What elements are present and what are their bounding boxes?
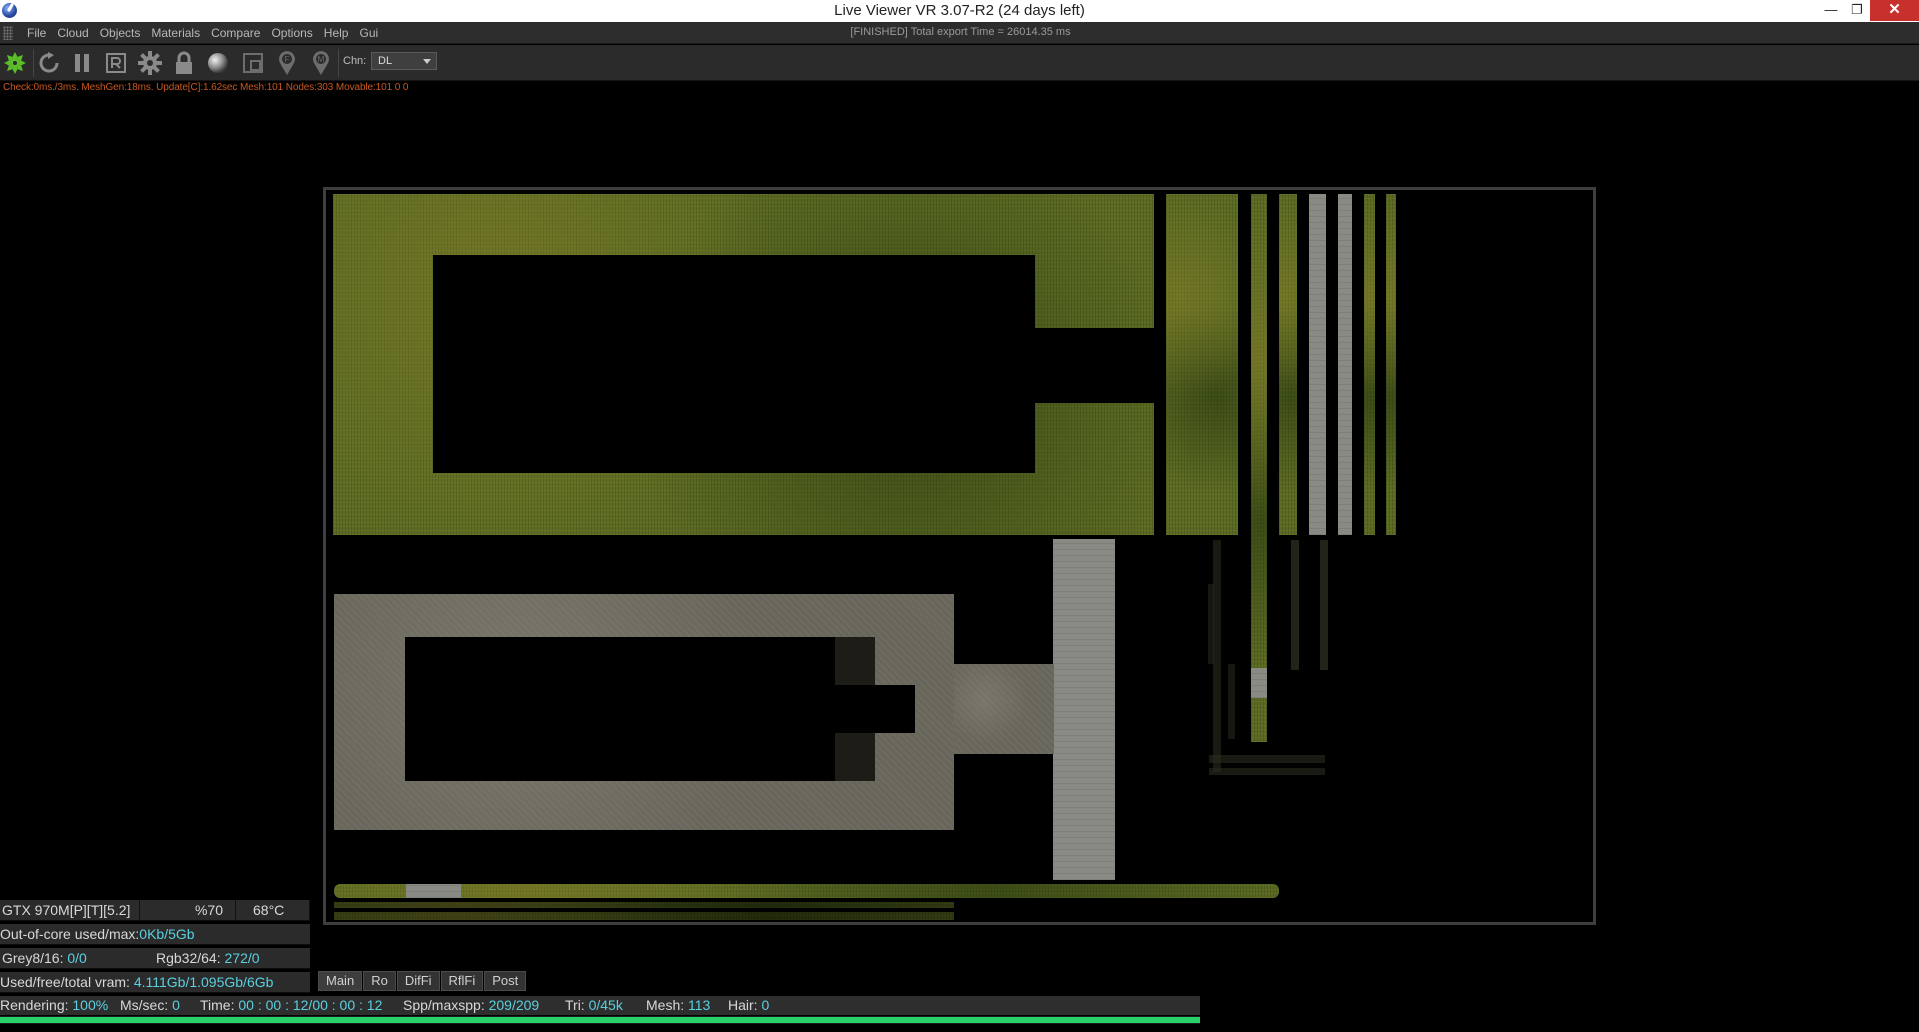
restart-icon[interactable] bbox=[36, 50, 62, 76]
svg-text:M: M bbox=[318, 55, 325, 64]
chevron-down-icon bbox=[423, 59, 431, 64]
window-title: Live Viewer VR 3.07-R2 (24 days left) bbox=[834, 2, 1085, 19]
rendering-status: Rendering: 100% bbox=[0, 997, 109, 1013]
samples-per-pixel: Spp/maxspp: 209/209 bbox=[403, 997, 540, 1013]
pause-icon-svg bbox=[75, 54, 89, 72]
hair-count: Hair: 0 bbox=[728, 997, 770, 1013]
tab-diffi[interactable]: DifFi bbox=[396, 971, 440, 991]
vram-value: 4.111Gb/1.095Gb/6Gb bbox=[133, 974, 274, 990]
grey-label: Grey8/16: bbox=[2, 950, 68, 966]
uv-small-strip bbox=[1209, 755, 1325, 763]
vram-row: Used/free/total vram: 4.111Gb/1.095Gb/6G… bbox=[0, 972, 310, 993]
uv-grass-strip bbox=[1386, 194, 1396, 535]
uv-grass-thin-stripe bbox=[334, 912, 954, 920]
ms-per-sec: Ms/sec: 0 bbox=[120, 997, 180, 1013]
scene-info-line: Check:0ms./3ms. MeshGen:18ms. Update[C]:… bbox=[3, 82, 409, 93]
material-sphere-icon[interactable] bbox=[205, 50, 231, 76]
material-picker-icon-svg: M bbox=[313, 51, 329, 75]
gpu-name: GTX 970M[P][T][5.2] bbox=[0, 900, 140, 921]
uv-grass-strip bbox=[1279, 194, 1297, 535]
tab-post[interactable]: Post bbox=[484, 971, 527, 991]
focus-picker-icon[interactable]: F bbox=[274, 50, 300, 76]
uv-concrete-column bbox=[1053, 539, 1115, 880]
render-time: Time: 00 : 00 : 12/00 : 00 : 12 bbox=[200, 997, 383, 1013]
export-status: [FINISHED] Total export Time = 26014.35 … bbox=[850, 26, 1071, 38]
gpu-load: %70 bbox=[140, 900, 236, 921]
uv-concrete-strip bbox=[1309, 194, 1326, 535]
render-viewport[interactable] bbox=[323, 187, 1596, 925]
pause-icon[interactable] bbox=[69, 50, 95, 76]
tab-main[interactable]: Main bbox=[318, 971, 363, 991]
toolbar-separator bbox=[338, 49, 339, 77]
maximize-button[interactable]: ❐ bbox=[1842, 0, 1872, 21]
uv-grass-strip bbox=[1251, 194, 1267, 742]
triangle-count: Tri: 0/45k bbox=[565, 997, 623, 1013]
uv-concrete-notch bbox=[835, 685, 915, 733]
uv-concrete-arm bbox=[954, 664, 1054, 754]
title-bar: Live Viewer VR 3.07-R2 (24 days left) — … bbox=[0, 0, 1919, 22]
close-button[interactable]: ✕ bbox=[1870, 0, 1919, 21]
settings-icon-svg bbox=[138, 51, 162, 75]
settings-icon[interactable] bbox=[137, 50, 163, 76]
toolbar: F M Chn: DL bbox=[0, 45, 1919, 81]
uv-grass-thin-stripe bbox=[334, 902, 954, 908]
grey-value: 0/0 bbox=[67, 950, 87, 966]
out-of-core-row: Out-of-core used/max:0Kb/5Gb bbox=[0, 924, 310, 945]
uv-small-strip bbox=[1208, 584, 1214, 664]
gpu-info-row: GTX 970M[P][T][5.2] %70 68°C bbox=[0, 900, 310, 921]
lock-icon[interactable] bbox=[171, 50, 197, 76]
tab-rflfi[interactable]: RflFi bbox=[440, 971, 484, 991]
uv-small-strip bbox=[1209, 768, 1325, 775]
mesh-count: Mesh: 113 bbox=[646, 997, 711, 1013]
texture-count-row: Grey8/16: 0/0 Rgb32/64: 272/0 bbox=[0, 948, 310, 969]
ooc-label: Out-of-core used/max: bbox=[0, 926, 140, 942]
render-start-icon[interactable] bbox=[2, 50, 28, 76]
uv-grass-bar bbox=[1166, 194, 1238, 535]
render-progress-bar bbox=[0, 1016, 1200, 1024]
uv-grass-frame-notch bbox=[1034, 328, 1155, 403]
render-status-bar: Rendering: 100% Ms/sec: 0 Time: 00 : 00 … bbox=[0, 996, 1200, 1015]
uv-grass-frame-hole bbox=[433, 255, 1035, 473]
material-sphere-icon-svg bbox=[208, 53, 228, 73]
settings-tabs: Main Ro DifFi RflFi Post bbox=[318, 971, 527, 991]
ooc-value: 0Kb/5Gb bbox=[139, 926, 195, 942]
rgb-label: Rgb32/64: bbox=[156, 950, 225, 966]
tab-ro[interactable]: Ro bbox=[363, 971, 396, 991]
uv-grass-strip bbox=[1364, 194, 1375, 535]
restart-icon-svg bbox=[39, 52, 59, 73]
uv-stripe-patch bbox=[406, 884, 461, 898]
uv-concrete-strip bbox=[1338, 194, 1352, 535]
uv-small-strip bbox=[1291, 540, 1299, 670]
uv-small-strip bbox=[1320, 540, 1328, 670]
uv-small-strip bbox=[1228, 664, 1235, 739]
focus-frame-icon[interactable] bbox=[240, 50, 266, 76]
menu-bar: File Cloud Objects Materials Compare Opt… bbox=[0, 22, 1919, 44]
region-icon[interactable] bbox=[103, 50, 129, 76]
uv-concrete-shadow bbox=[835, 637, 875, 685]
uv-small-strip bbox=[1213, 540, 1221, 772]
svg-text:F: F bbox=[285, 55, 290, 64]
channel-label: Chn: bbox=[343, 55, 367, 67]
vram-label: Used/free/total vram: bbox=[0, 974, 134, 990]
rgb-value: 272/0 bbox=[224, 950, 260, 966]
channel-select[interactable]: DL bbox=[371, 52, 437, 70]
channel-select-value: DL bbox=[378, 55, 393, 67]
render-start-icon-svg bbox=[4, 52, 26, 74]
focus-picker-icon-svg: F bbox=[279, 51, 295, 75]
gpu-temp: 68°C bbox=[236, 900, 310, 921]
render-progress-fill bbox=[0, 1017, 1200, 1023]
uv-concrete-frame-hole bbox=[405, 637, 835, 781]
region-icon-svg bbox=[106, 53, 126, 73]
toolbar-separator bbox=[33, 49, 34, 77]
uv-strip-patch bbox=[1251, 668, 1267, 698]
uv-grass-bottom-stripe bbox=[334, 884, 1279, 898]
lock-icon-svg bbox=[176, 51, 192, 74]
uv-concrete-shadow bbox=[835, 733, 875, 781]
material-picker-icon[interactable]: M bbox=[308, 50, 334, 76]
focus-frame-icon-svg bbox=[243, 53, 263, 73]
